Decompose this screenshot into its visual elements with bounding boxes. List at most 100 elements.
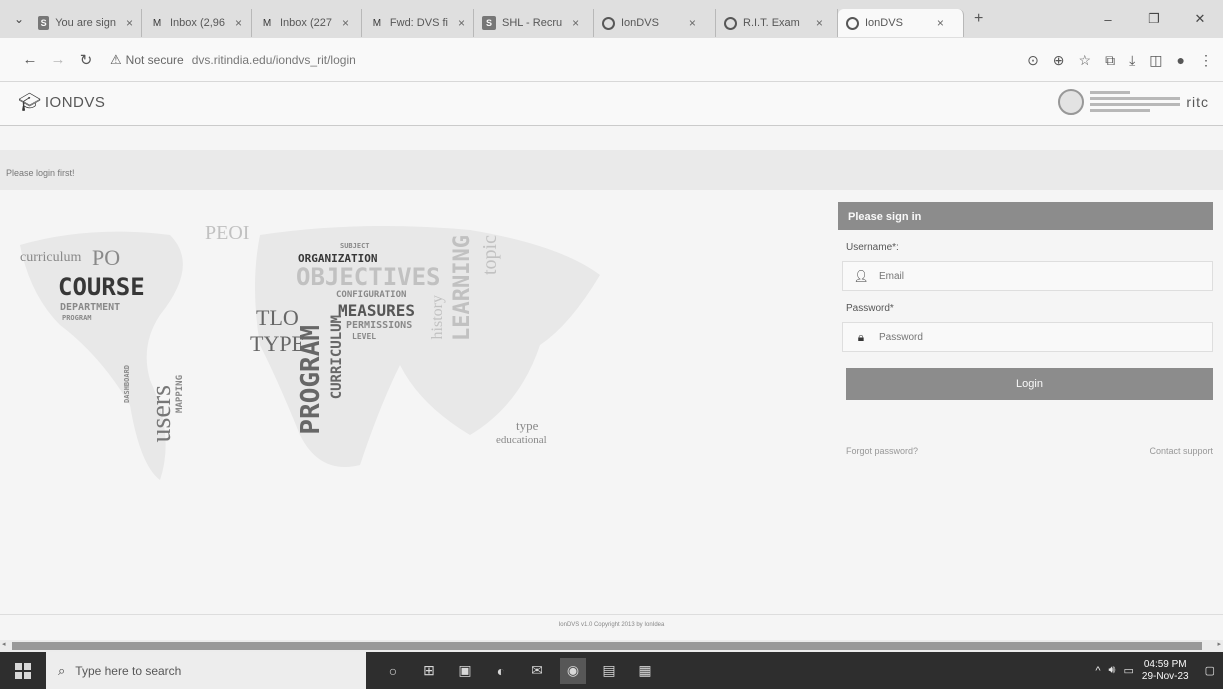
volume-icon[interactable]: 🔊︎ bbox=[1109, 664, 1116, 677]
forward-icon[interactable]: → bbox=[44, 51, 72, 68]
globe-favicon-icon bbox=[724, 16, 737, 30]
url-text[interactable]: dvs.ritindia.edu/iondvs_rit/login bbox=[192, 53, 356, 67]
scroll-left-icon[interactable]: ◂ bbox=[2, 640, 6, 648]
tab-search-icon[interactable]: ⌄ bbox=[8, 12, 30, 26]
password-input[interactable] bbox=[879, 331, 1212, 343]
user-icon: 👤︎ bbox=[853, 269, 869, 283]
username-input[interactable] bbox=[879, 270, 1212, 282]
new-tab-button[interactable]: + bbox=[974, 10, 983, 28]
store-icon[interactable]: ▤ bbox=[596, 658, 622, 684]
logo-text: IONDVS bbox=[44, 94, 106, 111]
institute-name-lines bbox=[1090, 88, 1181, 115]
tab-close-icon[interactable]: × bbox=[342, 16, 349, 30]
taskbar-clock[interactable]: 04:59 PM 29-Nov-23 bbox=[1142, 659, 1189, 683]
tab-close-icon[interactable]: × bbox=[126, 16, 133, 30]
file-explorer-icon[interactable]: ▣ bbox=[452, 658, 478, 684]
tab-close-icon[interactable]: × bbox=[572, 16, 579, 30]
horizontal-scrollbar[interactable]: ◂ ▸ bbox=[0, 640, 1223, 652]
address-bar[interactable]: ⚠ Not secure dvs.ritindia.edu/iondvs_rit… bbox=[110, 52, 356, 68]
edge-icon[interactable]: ◐ bbox=[488, 658, 514, 684]
mail-icon[interactable]: ✉ bbox=[524, 658, 550, 684]
cortana-icon[interactable]: ○ bbox=[380, 658, 406, 684]
tray-chevron-icon[interactable]: ^ bbox=[1095, 665, 1100, 677]
back-icon[interactable]: ← bbox=[16, 51, 44, 68]
bookmark-star-icon[interactable]: ☆ bbox=[1079, 52, 1092, 69]
sheets-favicon-icon: S bbox=[38, 16, 50, 30]
browser-tab[interactable]: S You are sign × bbox=[30, 9, 142, 37]
scroll-right-icon[interactable]: ▸ bbox=[1217, 640, 1221, 648]
word: PERMISSIONS bbox=[346, 320, 413, 331]
username-field[interactable]: 👤︎ bbox=[842, 261, 1213, 291]
tab-label: Fwd: DVS fi bbox=[389, 17, 448, 29]
tab-label: IonDVS bbox=[621, 17, 659, 29]
password-field[interactable]: 🔒︎ bbox=[842, 322, 1213, 352]
chrome-icon[interactable]: ◉ bbox=[560, 657, 586, 684]
zoom-icon[interactable]: ⊕ bbox=[1053, 52, 1065, 69]
word: DASHBOARD bbox=[123, 365, 131, 403]
browser-tab-active[interactable]: IonDVS × bbox=[838, 9, 964, 37]
tab-close-icon[interactable]: × bbox=[235, 16, 242, 30]
word: MEASURES bbox=[338, 301, 416, 320]
window-controls: – ❐ ✕ bbox=[1085, 0, 1223, 38]
tab-label: You are sign bbox=[55, 17, 116, 29]
screen: ⌄ S You are sign × M Inbox (2,96 × M Inb… bbox=[0, 0, 1223, 689]
word: users bbox=[146, 385, 177, 443]
system-tray: ^ 🔊︎ ▭ 04:59 PM 29-Nov-23 ▢ bbox=[1095, 652, 1223, 689]
taskbar-apps: ○ ⊞ ▣ ◐ ✉ ◉ ▤ ▦ bbox=[380, 657, 658, 684]
word: educational bbox=[496, 434, 547, 446]
password-key-icon[interactable]: ⊙ bbox=[1027, 52, 1039, 69]
clock-date: 29-Nov-23 bbox=[1141, 670, 1189, 682]
sidepanel-icon[interactable]: ◫ bbox=[1149, 52, 1162, 69]
scrollbar-thumb[interactable] bbox=[12, 642, 1202, 650]
task-view-icon[interactable]: ⊞ bbox=[416, 658, 442, 684]
taskbar-search[interactable]: ⌕ Type here to search bbox=[46, 652, 366, 689]
reload-icon[interactable]: ↻ bbox=[72, 51, 100, 69]
restore-icon[interactable]: ❐ bbox=[1131, 11, 1177, 27]
tab-close-icon[interactable]: × bbox=[458, 16, 465, 30]
extensions-icon[interactable]: ⧉ bbox=[1105, 52, 1115, 69]
download-icon[interactable]: ⤓ bbox=[1129, 52, 1135, 69]
word: PEOI bbox=[205, 222, 250, 244]
iondvs-logo[interactable]: 🎓︎ IONDVS bbox=[18, 92, 105, 113]
word: PROGRAM bbox=[296, 325, 326, 435]
profile-icon[interactable]: ● bbox=[1177, 52, 1185, 68]
tab-label: IonDVS bbox=[865, 17, 903, 29]
contact-support-link[interactable]: Contact support bbox=[1149, 446, 1213, 456]
forgot-password-link[interactable]: Forgot password? bbox=[846, 446, 918, 456]
notifications-icon[interactable]: ▢ bbox=[1205, 664, 1215, 677]
login-links: Forgot password? Contact support bbox=[838, 446, 1213, 456]
tab-close-icon[interactable]: × bbox=[689, 16, 696, 30]
tab-label: Inbox (2,96 bbox=[170, 17, 226, 29]
browser-tab[interactable]: M Inbox (227 × bbox=[252, 9, 362, 37]
close-window-icon[interactable]: ✕ bbox=[1177, 11, 1223, 27]
windows-taskbar: ⌕ Type here to search ○ ⊞ ▣ ◐ ✉ ◉ ▤ ▦ ^ … bbox=[0, 652, 1223, 689]
browser-tab[interactable]: IonDVS × bbox=[594, 9, 716, 37]
menu-kebab-icon[interactable]: ⋮ bbox=[1199, 52, 1213, 69]
login-button[interactable]: Login bbox=[846, 368, 1213, 400]
network-icon[interactable]: ▭ bbox=[1123, 664, 1133, 677]
login-panel: Please sign in Username*: 👤︎ Password* 🔒… bbox=[838, 202, 1213, 472]
word: curriculum bbox=[20, 250, 82, 265]
shl-favicon-icon: S bbox=[482, 16, 496, 30]
browser-tab[interactable]: R.I.T. Exam × bbox=[716, 9, 838, 37]
browser-tab-strip: ⌄ S You are sign × M Inbox (2,96 × M Inb… bbox=[0, 0, 1223, 38]
globe-favicon-icon bbox=[602, 16, 615, 30]
lock-icon: 🔒︎ bbox=[857, 329, 865, 344]
institute-short-name: ritc bbox=[1186, 93, 1209, 110]
browser-tab[interactable]: M Inbox (2,96 × bbox=[142, 9, 252, 37]
word: topic bbox=[479, 235, 501, 275]
word: LEARNING bbox=[450, 235, 475, 341]
tab-close-icon[interactable]: × bbox=[937, 16, 944, 30]
tab-close-icon[interactable]: × bbox=[816, 16, 823, 30]
browser-tab[interactable]: M Fwd: DVS fi × bbox=[362, 9, 474, 37]
footer-copyright: IonDVS v1.0 Copyright 2013 by IonIdea bbox=[558, 622, 665, 628]
tab-label: R.I.T. Exam bbox=[743, 17, 800, 29]
minimize-icon[interactable]: – bbox=[1085, 12, 1131, 27]
word: TLO bbox=[256, 305, 299, 330]
app-icon[interactable]: ▦ bbox=[632, 658, 658, 684]
word: CURRICULUM bbox=[329, 315, 345, 400]
start-button[interactable] bbox=[0, 652, 46, 689]
word: SUBJECT bbox=[340, 242, 370, 250]
word: PROGRAM bbox=[62, 314, 92, 322]
browser-tab[interactable]: S SHL - Recru × bbox=[474, 9, 594, 37]
